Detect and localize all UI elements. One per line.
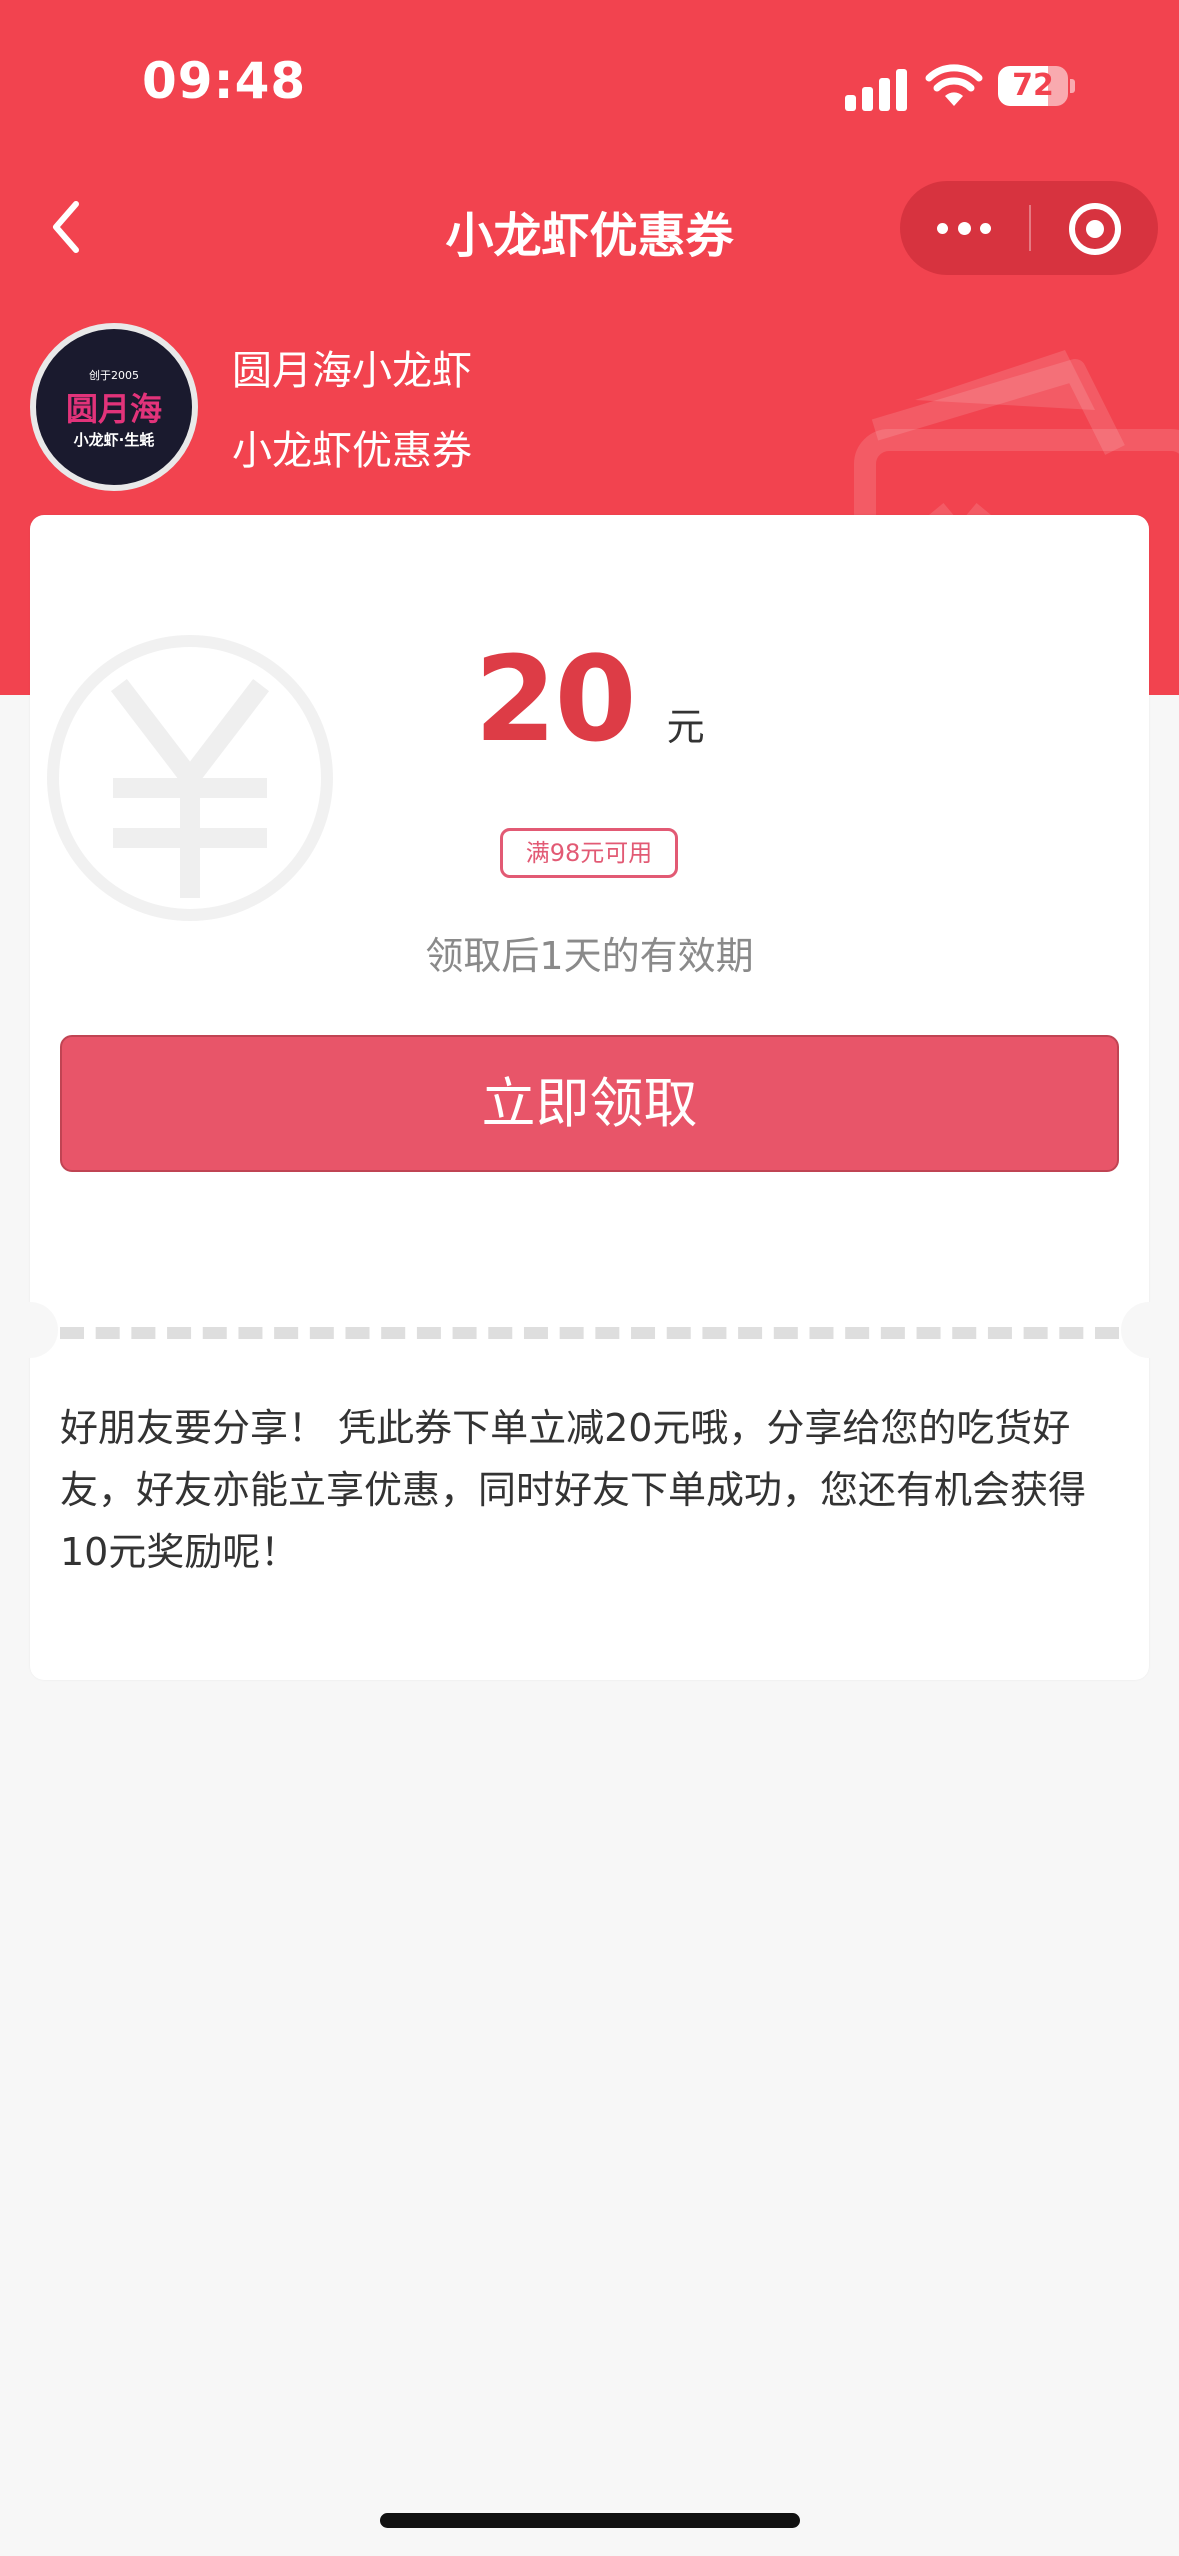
- store-logo: 创于2005 圆月海 小龙虾·生蚝: [30, 323, 198, 491]
- store-name: 圆月海小龙虾: [232, 348, 472, 394]
- home-indicator[interactable]: [380, 2513, 800, 2528]
- coupon-description: 好朋友要分享！ 凭此券下单立减20元哦，分享给您的吃货好友，好友亦能立享优惠，同…: [60, 1406, 1087, 1574]
- validity-text: 领取后1天的有效期: [425, 934, 754, 978]
- logo-tagline: 创于2005: [89, 369, 139, 382]
- card-notch-right: [1121, 1302, 1177, 1358]
- coupon-amount: 20 元: [30, 630, 1149, 768]
- mini-program-capsule: [900, 181, 1158, 275]
- battery-level: 72: [1012, 68, 1054, 103]
- wifi-icon: [925, 64, 983, 106]
- logo-subtitle: 小龙虾·生蚝: [73, 431, 155, 449]
- claim-coupon-button[interactable]: 立即领取: [60, 1035, 1119, 1172]
- status-time: 09:48: [142, 52, 307, 110]
- battery-icon: 72: [998, 66, 1075, 106]
- coupon-amount-unit: 元: [666, 705, 705, 749]
- coupon-card: 20 元 满98元可用 领取后1天的有效期 立即领取 好朋友要分享！ 凭此券下单立…: [2, 515, 1177, 1680]
- usage-condition-badge: 满98元可用: [500, 828, 678, 878]
- coupon-amount-value: 20: [474, 630, 636, 768]
- logo-brand: 圆月海: [65, 390, 162, 428]
- card-notch-left: [2, 1302, 58, 1358]
- more-button[interactable]: [900, 181, 1028, 275]
- coupon-name: 小龙虾优惠券: [232, 428, 472, 474]
- signal-icon: [845, 65, 907, 111]
- perforation-divider: [60, 1327, 1119, 1339]
- status-bar: 09:48 72: [0, 0, 1179, 170]
- close-button[interactable]: [1031, 181, 1158, 275]
